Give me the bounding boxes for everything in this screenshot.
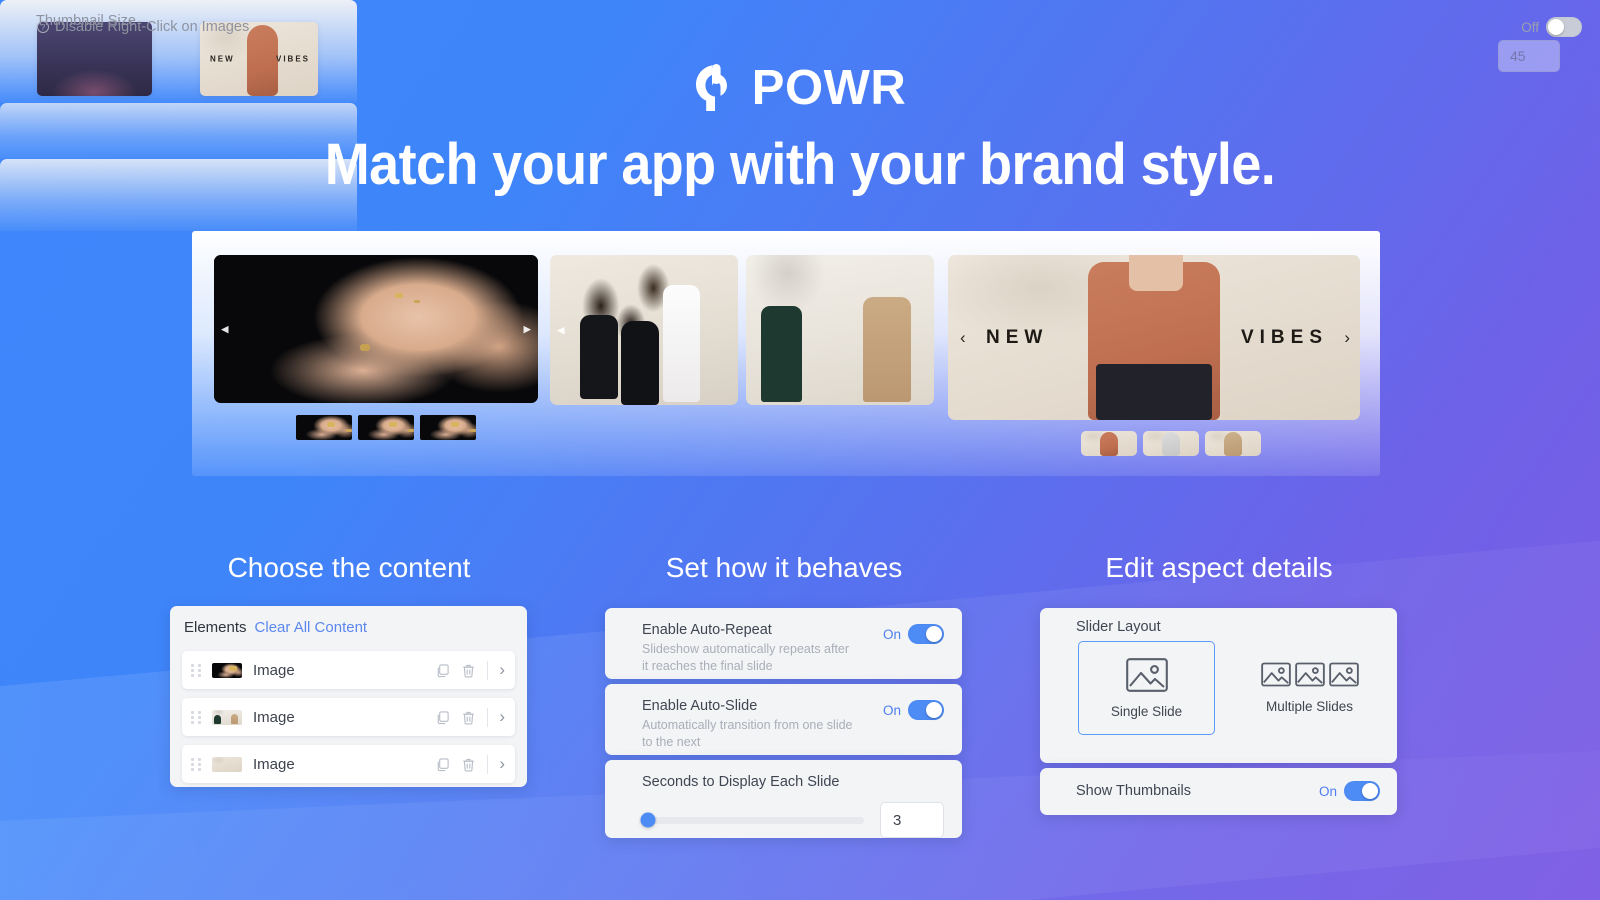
auto-slide-state: On	[882, 702, 901, 718]
vibes-prev-arrow[interactable]: ‹	[960, 328, 966, 348]
auto-slide-description: Automatically transition from one slide …	[642, 718, 853, 750]
element-label: Image	[253, 661, 295, 679]
element-row[interactable]: Image ›	[182, 745, 515, 783]
vibes-next-arrow[interactable]: ›	[1344, 328, 1350, 348]
element-row[interactable]: Image ›	[182, 698, 515, 736]
thumbnail-item[interactable]	[1081, 431, 1137, 456]
slider-layout-setting: Slider Layout Single Slide Multiple Slid…	[1040, 608, 1397, 763]
drag-handle-icon[interactable]	[191, 757, 205, 771]
slider-preview-multiple: ◂	[550, 255, 938, 405]
seconds-per-slide-setting: Seconds to Display Each Slide 3	[605, 760, 962, 838]
slider-thumbnails	[296, 415, 476, 440]
fashion-group-photo-1: ◂	[550, 255, 738, 405]
thumbnail-item[interactable]	[420, 415, 476, 440]
trash-icon[interactable]	[461, 710, 476, 725]
element-label: Image	[253, 708, 295, 726]
rings-hands-photo: ◂ ▸	[214, 255, 538, 403]
slider-showcase-strip: ◂ ▸ ◂ ‹ NEW VIBES ›	[192, 231, 1380, 476]
slider-next-arrow[interactable]: ▸	[523, 322, 531, 337]
element-row[interactable]: Image ›	[182, 651, 515, 689]
auto-repeat-setting: Enable Auto-Repeat Slideshow automatical…	[605, 608, 962, 679]
show-thumbnails-label: Show Thumbnails	[1076, 783, 1191, 799]
show-thumbnails-setting: Show Thumbnails On	[1040, 768, 1397, 815]
element-thumbnail	[212, 709, 242, 725]
auto-repeat-state: On	[882, 626, 901, 642]
chevron-right-icon[interactable]: ›	[499, 660, 505, 680]
element-thumbnail	[212, 662, 242, 678]
vibes-text-right: VIBES	[1240, 326, 1328, 348]
fashion-group-photo-2	[746, 255, 934, 405]
vibes-text-left: NEW	[986, 326, 1049, 348]
row-divider	[487, 754, 489, 774]
auto-repeat-description: Slideshow automatically repeats after it…	[642, 642, 850, 674]
elements-header: Elements Clear All Content	[184, 619, 367, 636]
layout-option-label: Single Slide	[1110, 703, 1183, 719]
auto-repeat-toggle[interactable]	[908, 624, 944, 644]
show-thumbnails-toggle[interactable]	[1344, 781, 1380, 801]
row-divider	[487, 707, 489, 727]
layout-option-single-slide[interactable]: Single Slide	[1078, 641, 1215, 735]
copy-icon[interactable]	[435, 757, 450, 772]
brand-name: POWR	[751, 60, 907, 115]
column-title-content: Choose the content	[227, 552, 471, 583]
layout-option-label: Multiple Slides	[1265, 699, 1354, 714]
drag-handle-icon[interactable]	[191, 663, 205, 677]
seconds-value-input[interactable]: 3	[880, 802, 944, 838]
thumbnail-item[interactable]	[1205, 431, 1261, 456]
page-headline: Match your app with your brand style.	[324, 132, 1276, 197]
copy-icon[interactable]	[435, 663, 450, 678]
trash-icon[interactable]	[461, 757, 476, 772]
thumbnail-item[interactable]	[296, 415, 352, 440]
image-icon	[1125, 657, 1168, 692]
column-title-behavior: Set how it behaves	[665, 552, 903, 583]
slider-prev-arrow[interactable]: ◂	[557, 323, 565, 338]
thumbnail-item[interactable]	[358, 415, 414, 440]
auto-slide-label: Enable Auto-Slide	[642, 698, 758, 714]
auto-repeat-label: Enable Auto-Repeat	[642, 622, 772, 638]
drag-handle-icon[interactable]	[191, 710, 205, 724]
multi-image-icon	[1260, 662, 1359, 687]
mini-vibes-text-right: VIBES	[275, 54, 310, 64]
element-thumbnail	[212, 756, 242, 772]
chevron-right-icon[interactable]: ›	[499, 707, 505, 727]
clear-all-content-link[interactable]: Clear All Content	[255, 619, 368, 636]
power-button-icon	[695, 64, 727, 111]
row-divider	[487, 660, 489, 680]
show-thumbnails-state: On	[1318, 783, 1337, 799]
seconds-slider[interactable]	[640, 812, 864, 828]
thumbnail-item[interactable]	[1143, 431, 1199, 456]
elements-panel: Elements Clear All Content Image › Image…	[170, 606, 527, 787]
column-title-aspect: Edit aspect details	[1105, 552, 1333, 583]
seconds-label: Seconds to Display Each Slide	[642, 774, 840, 790]
slider-preview-vibes: ‹ NEW VIBES ›	[948, 255, 1360, 456]
vibes-thumbnails	[1081, 431, 1261, 456]
trash-icon[interactable]	[461, 663, 476, 678]
layout-option-multiple-slides[interactable]: Multiple Slides	[1241, 641, 1378, 735]
mini-vibes-text-left: NEW	[210, 54, 235, 64]
element-label: Image	[253, 755, 295, 773]
slider-prev-arrow[interactable]: ◂	[221, 322, 229, 337]
new-vibes-photo: ‹ NEW VIBES ›	[948, 255, 1360, 420]
chevron-right-icon[interactable]: ›	[499, 754, 505, 774]
copy-icon[interactable]	[435, 710, 450, 725]
slider-layout-label: Slider Layout	[1076, 619, 1161, 635]
auto-slide-setting: Enable Auto-Slide Automatically transiti…	[605, 684, 962, 755]
slider-preview-single: ◂ ▸	[214, 255, 538, 440]
auto-slide-toggle[interactable]	[908, 700, 944, 720]
elements-title: Elements	[184, 619, 247, 636]
